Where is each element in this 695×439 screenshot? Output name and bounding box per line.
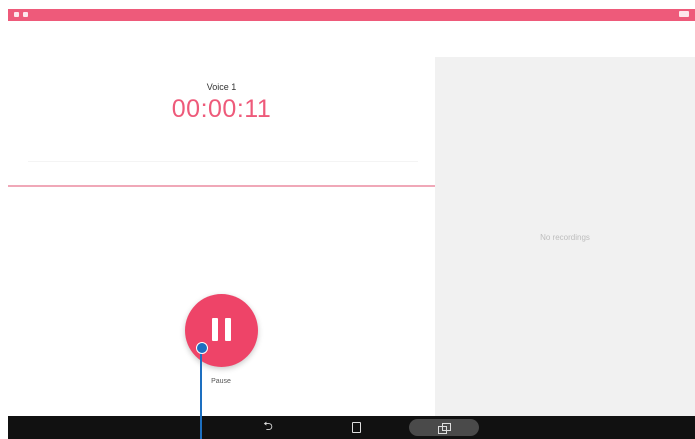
recording-name: Voice 1 (206, 82, 237, 92)
back-icon: ⮌ (263, 419, 273, 433)
status-bar (8, 9, 695, 21)
recordings-list-pane: No recordings (435, 57, 695, 416)
battery-icon (679, 11, 689, 17)
status-icons-right (679, 11, 689, 17)
recorder-pane: Voice 1 00:00:11 Pause (8, 21, 435, 416)
pause-label: Pause (211, 378, 231, 385)
screen: Voice 1 00:00:11 Pause No recordings ⮌ (0, 0, 695, 439)
recent-apps-button[interactable] (409, 419, 479, 436)
home-icon (351, 422, 361, 433)
pause-icon (212, 318, 218, 341)
annotation-pointer-dot (196, 342, 208, 354)
recent-apps-icon (438, 422, 451, 434)
divider (28, 161, 418, 162)
annotation-pointer-line (200, 351, 202, 439)
navigation-bar: ⮌ (8, 416, 695, 439)
elapsed-timer: 00:00:11 (171, 95, 272, 123)
status-icons-left (14, 12, 28, 17)
back-button[interactable]: ⮌ (256, 419, 280, 436)
notification-icon (23, 12, 28, 17)
pause-icon (225, 318, 231, 341)
pause-button[interactable] (185, 294, 258, 367)
notification-icon (14, 12, 19, 17)
home-button[interactable] (344, 419, 368, 436)
waveform-line (8, 185, 435, 187)
empty-recordings-text: No recordings (540, 233, 590, 242)
